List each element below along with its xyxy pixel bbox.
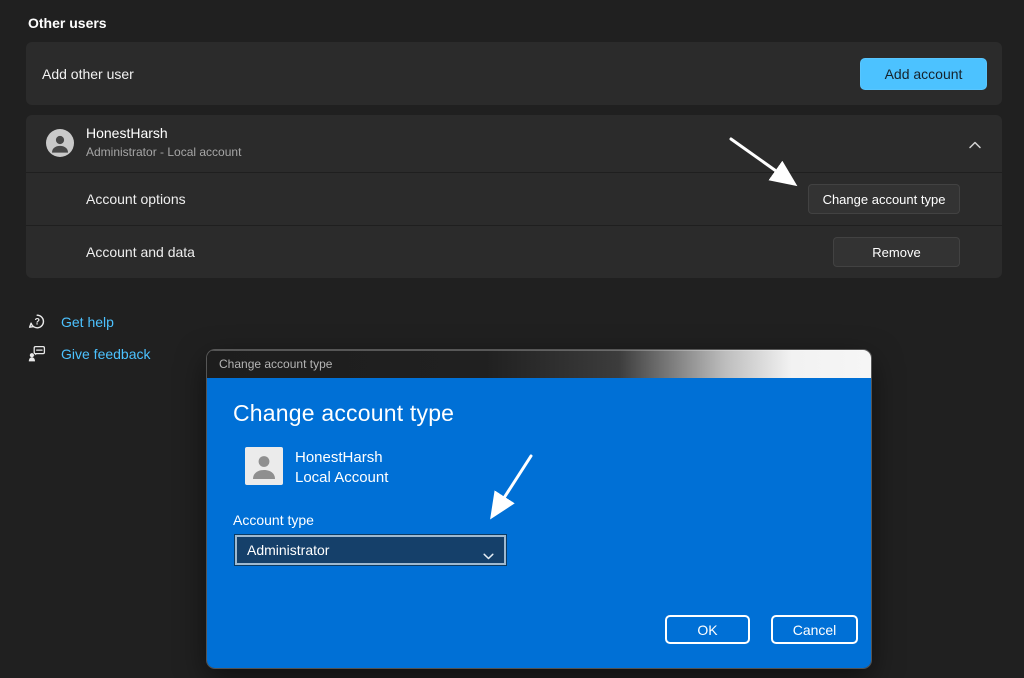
dialog-account-summary: HonestHarsh Local Account [245,447,388,486]
page-title: Other users [28,15,107,31]
account-and-data-row: Account and data Remove [26,225,1002,278]
user-subtitle: Administrator - Local account [86,145,241,159]
user-name: HonestHarsh [86,125,168,141]
user-card-header[interactable]: HonestHarsh Administrator - Local accoun… [26,115,1002,172]
help-bubble-icon: ? [28,313,46,331]
chevron-up-icon[interactable] [968,137,982,147]
add-account-button[interactable]: Add account [860,58,987,90]
account-type-dropdown[interactable]: Administrator [235,535,506,565]
get-help-link[interactable]: ? Get help [28,312,114,332]
remove-account-button[interactable]: Remove [833,237,960,267]
account-type-field-label: Account type [233,512,314,528]
add-other-user-label: Add other user [42,66,134,82]
add-other-user-row: Add other user Add account [26,42,1002,105]
give-feedback-link[interactable]: Give feedback [28,344,151,364]
account-type-dropdown-value: Administrator [247,542,329,558]
chevron-down-icon [483,547,494,554]
user-avatar-icon [46,129,74,157]
dialog-avatar-icon [245,447,283,485]
give-feedback-label: Give feedback [61,346,151,362]
account-options-row: Account options Change account type [26,172,1002,225]
settings-other-users-page: Other users Add other user Add account H… [0,0,1024,678]
dialog-body: Change account type HonestHarsh Local Ac… [207,378,871,668]
user-account-card: HonestHarsh Administrator - Local accoun… [26,115,1002,278]
account-options-label: Account options [86,191,186,207]
get-help-label: Get help [61,314,114,330]
dialog-titlebar[interactable]: Change account type [207,350,871,378]
dialog-account-name: HonestHarsh [295,449,388,466]
change-account-type-dialog: Change account type Change account type … [207,350,871,668]
dialog-heading: Change account type [233,400,454,427]
svg-text:?: ? [35,317,41,327]
ok-button[interactable]: OK [665,615,750,644]
dialog-account-type: Local Account [295,469,388,486]
feedback-icon [28,345,46,363]
cancel-button[interactable]: Cancel [771,615,858,644]
account-and-data-label: Account and data [86,244,195,260]
change-account-type-button[interactable]: Change account type [808,184,960,214]
